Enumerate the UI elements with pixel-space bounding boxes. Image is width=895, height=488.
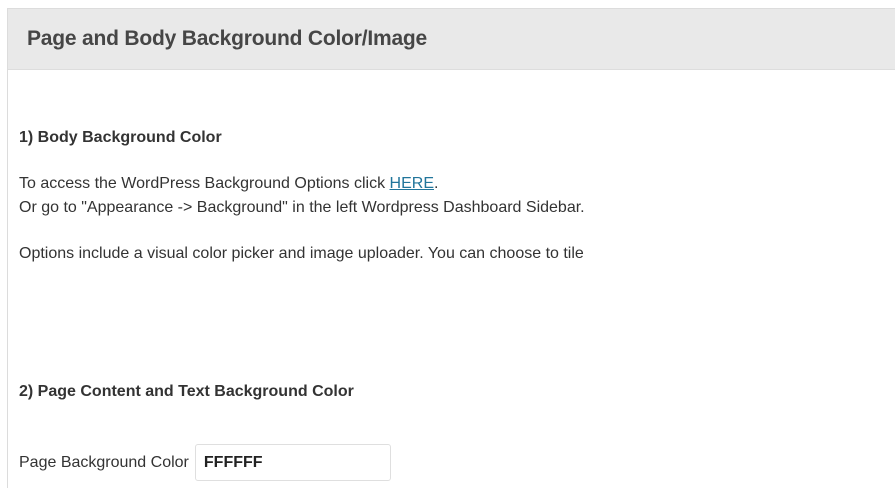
page-background-color-input[interactable] [194,444,391,481]
panel-title: Page and Body Background Color/Image [27,27,428,50]
here-link[interactable]: HERE [390,175,434,192]
access-instructions-period: . [433,175,439,192]
background-options-panel: Page and Body Background Color/Image 1) … [7,8,895,488]
page-background-color-row: Page Background Color [19,444,391,481]
access-instructions-text: To access the WordPress Background Optio… [19,175,390,192]
page-background-color-label: Page Background Color [19,453,189,471]
section-heading-page-content: 2) Page Content and Text Background Colo… [19,383,354,400]
options-description-text: Options include a visual color picker an… [19,245,584,262]
panel-header: Page and Body Background Color/Image [8,9,895,70]
access-instructions-line: To access the WordPress Background Optio… [19,175,438,193]
appearance-path-text: Or go to "Appearance -> Background" in t… [19,199,585,216]
section-heading-body-background: 1) Body Background Color [19,129,222,146]
